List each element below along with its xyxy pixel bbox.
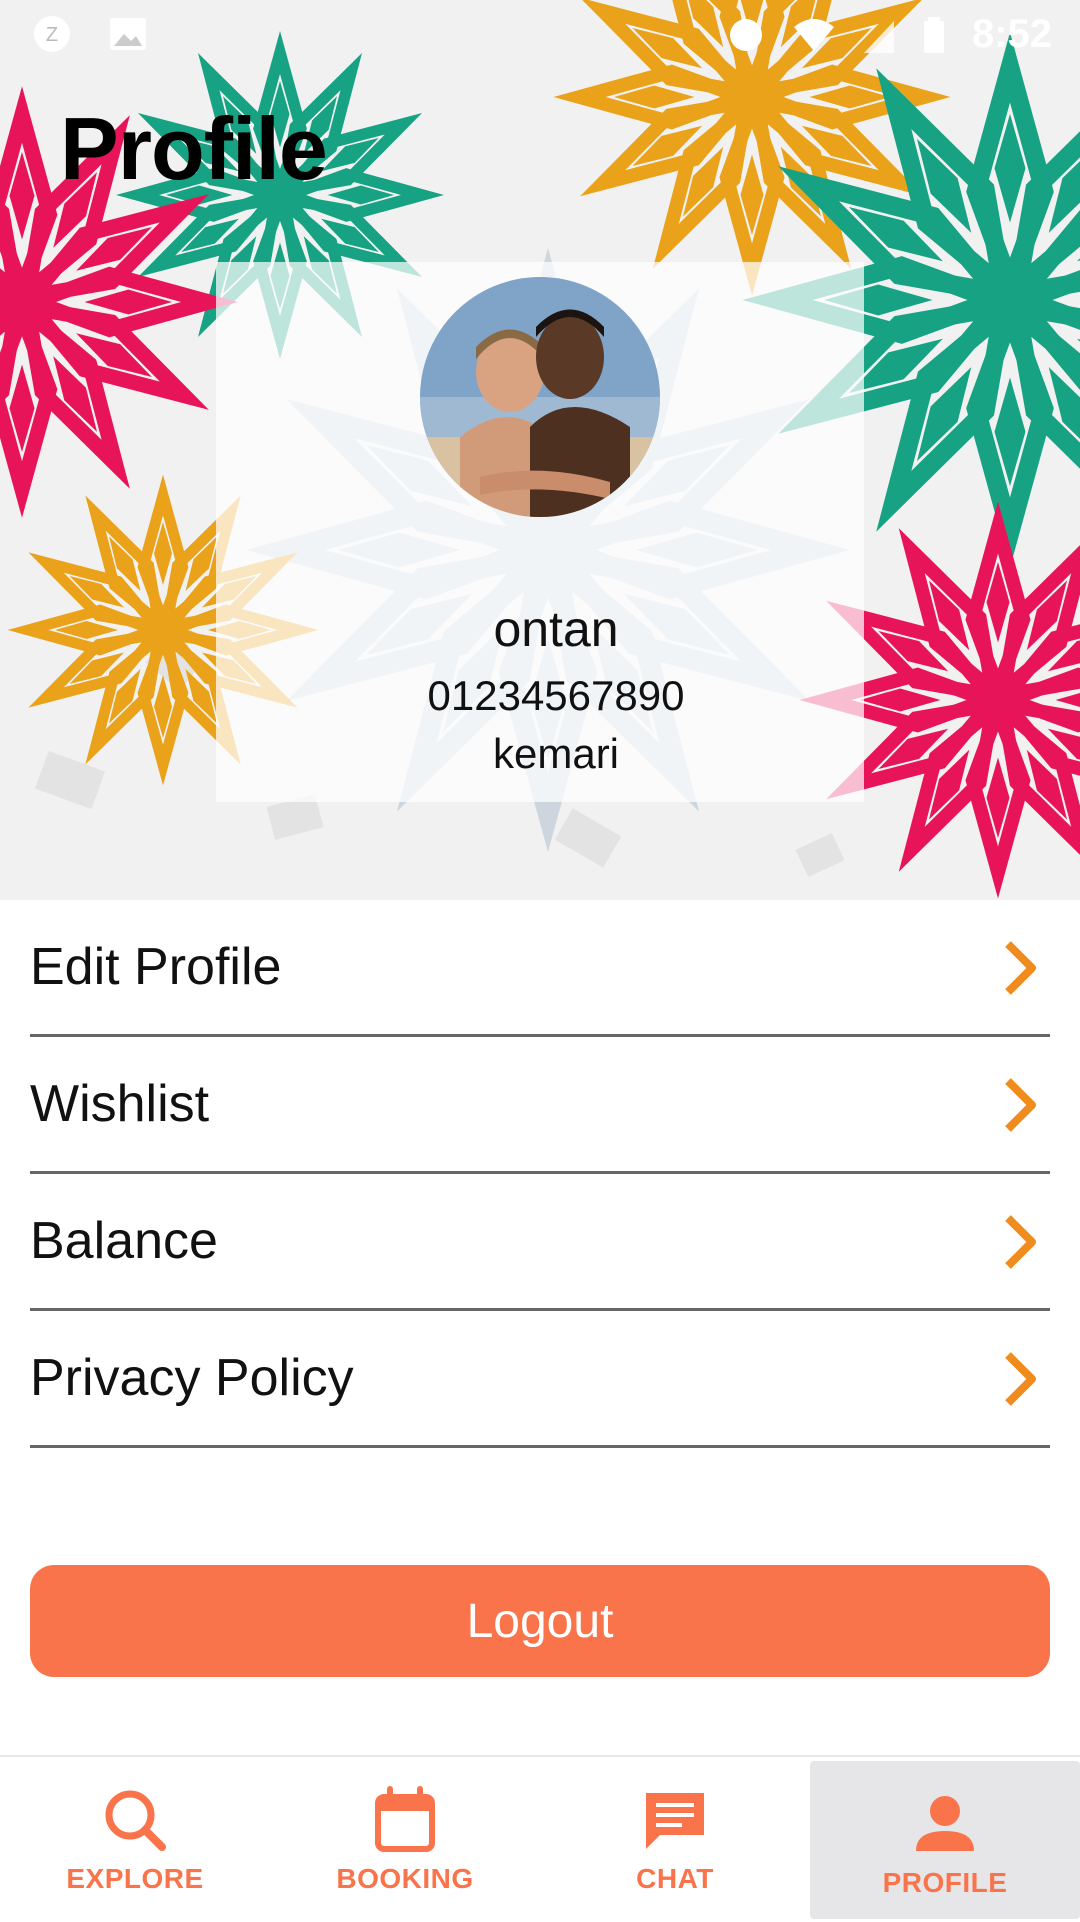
nav-item-chat[interactable]: CHAT xyxy=(540,1757,810,1922)
data-saver-icon xyxy=(729,18,762,51)
signal-icon xyxy=(863,20,894,53)
wifi-icon xyxy=(793,18,834,51)
chevron-right-icon xyxy=(1005,1215,1036,1269)
nav-item-profile[interactable]: PROFILE xyxy=(810,1761,1080,1919)
chevron-right-icon xyxy=(1005,1078,1036,1132)
menu-item-label: Balance xyxy=(30,1212,218,1270)
menu-item-wishlist[interactable]: Wishlist xyxy=(30,1037,1050,1174)
profile-username: kemari xyxy=(492,730,620,777)
chat-icon xyxy=(646,1793,704,1849)
search-icon xyxy=(105,1790,166,1851)
chevron-right-icon xyxy=(1005,1352,1036,1406)
nav-label: PROFILE xyxy=(882,1867,1008,1898)
status-time: 8:52 xyxy=(971,12,1052,56)
nav-label: BOOKING xyxy=(336,1863,474,1894)
gallery-icon xyxy=(110,18,146,50)
svg-text:Z: Z xyxy=(46,24,58,46)
bottom-navigation: EXPLORE BOOKING CHAT PROFILE xyxy=(0,1755,1080,1922)
logout-button[interactable]: Logout xyxy=(30,1565,1050,1677)
menu-item-label: Privacy Policy xyxy=(30,1349,354,1407)
menu-item-label: Edit Profile xyxy=(30,938,282,996)
menu-item-privacy-policy[interactable]: Privacy Policy xyxy=(30,1311,1050,1448)
chevron-right-icon xyxy=(1005,941,1036,995)
avatar[interactable] xyxy=(420,277,660,517)
profile-phone: 01234567890 xyxy=(427,672,685,719)
page-title: Profile xyxy=(60,99,328,198)
battery-icon xyxy=(923,16,944,53)
avatar-photo xyxy=(420,277,660,517)
nav-item-booking[interactable]: BOOKING xyxy=(270,1757,540,1922)
menu-item-label: Wishlist xyxy=(30,1075,210,1133)
person-icon xyxy=(916,1796,974,1851)
nav-item-explore[interactable]: EXPLORE xyxy=(0,1757,270,1922)
profile-header: Z 8:52 Profile ontan 01234567890 kemari xyxy=(0,0,1080,900)
profile-menu: Edit Profile Wishlist Balance Privacy Po… xyxy=(30,900,1050,1448)
menu-item-edit-profile[interactable]: Edit Profile xyxy=(30,900,1050,1037)
nav-label: EXPLORE xyxy=(66,1863,204,1894)
nav-label: CHAT xyxy=(636,1863,714,1894)
status-bar: Z 8:52 xyxy=(0,0,1080,72)
profile-name: ontan xyxy=(493,601,619,657)
calendar-icon xyxy=(375,1786,435,1852)
notification-app-icon: Z xyxy=(34,16,70,52)
menu-item-balance[interactable]: Balance xyxy=(30,1174,1050,1311)
